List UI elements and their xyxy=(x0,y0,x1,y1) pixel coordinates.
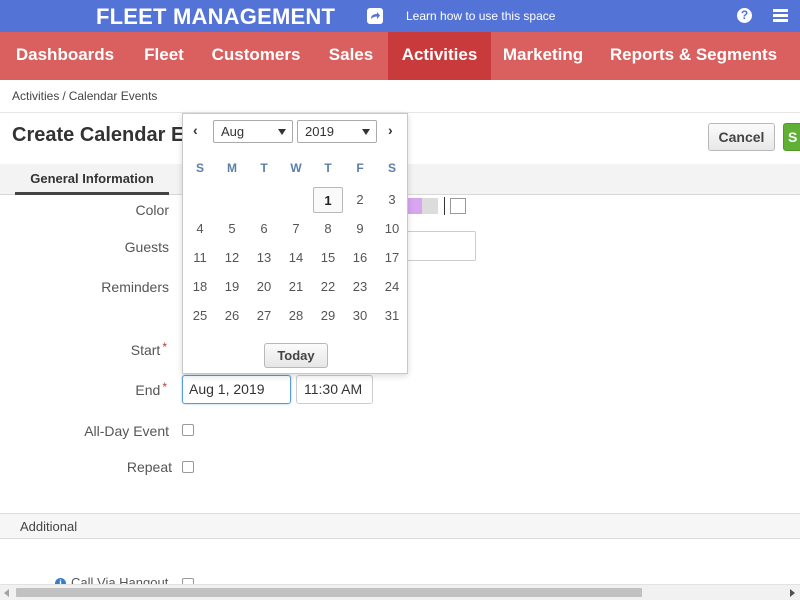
calendar-day[interactable]: 11 xyxy=(185,245,215,271)
calendar-day[interactable]: 18 xyxy=(185,274,215,300)
app-title: FLEET MANAGEMENT xyxy=(96,4,336,29)
scroll-left-arrow-icon[interactable] xyxy=(4,589,9,597)
tab-general-information[interactable]: General Information xyxy=(15,164,169,195)
prev-month-icon[interactable]: ‹ xyxy=(193,122,198,138)
top-bar: FLEET MANAGEMENT Learn how to use this s… xyxy=(0,0,800,32)
weekday-header: F xyxy=(356,161,364,175)
reminders-label: Reminders xyxy=(101,279,169,295)
calendar-day[interactable]: 16 xyxy=(345,245,375,271)
calendar-day[interactable]: 23 xyxy=(345,274,375,300)
weekday-header: T xyxy=(260,161,268,175)
learn-how-link[interactable]: Learn how to use this space xyxy=(406,9,555,23)
calendar-day[interactable]: 2 xyxy=(345,187,375,213)
breadcrumb: Activities / Calendar Events xyxy=(12,89,157,103)
nav-item-customers[interactable]: Customers xyxy=(198,32,314,80)
year-select-value: 2019 xyxy=(305,124,334,139)
calendar-day[interactable]: 30 xyxy=(345,303,375,329)
month-select-value: Aug xyxy=(221,124,245,139)
calendar-day[interactable]: 14 xyxy=(281,245,311,271)
month-select[interactable]: Aug xyxy=(213,120,293,143)
nav-item-activities[interactable]: Activities xyxy=(388,32,491,80)
calendar-day[interactable]: 8 xyxy=(313,216,343,242)
end-label: End * xyxy=(47,380,167,398)
chevron-down-icon xyxy=(362,129,370,135)
calendar-day[interactable]: 19 xyxy=(217,274,247,300)
scrollbar-thumb[interactable] xyxy=(16,588,642,597)
weekday-header: T xyxy=(324,161,332,175)
required-mark: * xyxy=(162,340,167,354)
color-swatch-gray[interactable] xyxy=(422,198,438,214)
end-date-input[interactable]: Aug 1, 2019 xyxy=(182,375,291,404)
calendar-day[interactable]: 20 xyxy=(249,274,279,300)
datepicker-popup: ‹ Aug 2019 › SMTWTFS 1 2 3 4 5 6 7 8 9 10 11 12 13 14… xyxy=(182,113,408,374)
scroll-right-arrow-icon[interactable] xyxy=(790,589,795,597)
calendar-day[interactable]: 26 xyxy=(217,303,247,329)
hamburger-menu-icon[interactable] xyxy=(773,9,788,22)
all-day-label: All-Day Event xyxy=(84,423,169,439)
required-mark: * xyxy=(162,380,167,394)
page-title: Create Calendar Event xyxy=(12,124,184,146)
all-day-checkbox[interactable] xyxy=(182,424,194,436)
start-label: Start * xyxy=(47,340,167,358)
weekday-header: M xyxy=(227,161,237,175)
breadcrumb-calendar-events: Calendar Events xyxy=(68,89,158,103)
breadcrumb-activities[interactable]: Activities xyxy=(12,89,59,103)
calendar-day[interactable]: 24 xyxy=(377,274,407,300)
start-label-text: Start xyxy=(130,342,161,358)
repeat-label: Repeat xyxy=(126,459,172,475)
today-button[interactable]: Today xyxy=(264,343,328,368)
calendar-day[interactable]: 13 xyxy=(249,245,279,271)
horizontal-scrollbar[interactable] xyxy=(0,584,800,600)
weekday-header: W xyxy=(290,161,302,175)
nav-item-reports-segments[interactable]: Reports & Segments xyxy=(595,32,792,80)
nav-item-fleet[interactable]: Fleet xyxy=(130,32,198,80)
nav-item-dashboards[interactable]: Dashboards xyxy=(0,32,130,80)
nav-item-sales[interactable]: Sales xyxy=(314,32,388,80)
calendar-day[interactable]: 12 xyxy=(217,245,247,271)
weekday-header: S xyxy=(195,161,204,175)
weekday-header: S xyxy=(387,161,396,175)
cancel-button[interactable]: Cancel xyxy=(708,123,775,151)
end-label-text: End xyxy=(135,382,161,398)
calendar-day[interactable]: 10 xyxy=(377,216,407,242)
additional-section-title: Additional xyxy=(20,519,78,534)
additional-section-header xyxy=(0,514,800,539)
guests-label: Guests xyxy=(124,239,169,255)
main-nav: Dashboards Fleet Customers Sales Activit… xyxy=(0,32,800,80)
calendar-day[interactable]: 9 xyxy=(345,216,375,242)
chevron-down-icon xyxy=(278,129,286,135)
color-swatch-purple[interactable] xyxy=(406,198,422,214)
guests-input[interactable] xyxy=(406,231,476,261)
repeat-checkbox[interactable] xyxy=(182,461,194,473)
breadcrumb-separator: / xyxy=(62,89,66,103)
calendar-day[interactable]: 17 xyxy=(377,245,407,271)
calendar-day[interactable]: 31 xyxy=(377,303,407,329)
calendar-day[interactable]: 4 xyxy=(185,216,215,242)
calendar-day-selected[interactable]: 1 xyxy=(313,187,343,213)
color-swatch-white[interactable] xyxy=(450,198,466,214)
color-swatch-selected-marker xyxy=(444,197,445,215)
calendar-day[interactable]: 28 xyxy=(281,303,311,329)
calendar-day[interactable]: 6 xyxy=(249,216,279,242)
calendar-day[interactable]: 25 xyxy=(185,303,215,329)
calendar-day[interactable]: 21 xyxy=(281,274,311,300)
calendar-day[interactable]: 7 xyxy=(281,216,311,242)
help-icon[interactable]: ? xyxy=(737,8,752,23)
calendar-day[interactable]: 27 xyxy=(249,303,279,329)
nav-item-marketing[interactable]: Marketing xyxy=(491,32,595,80)
year-select[interactable]: 2019 xyxy=(297,120,377,143)
share-icon[interactable] xyxy=(367,8,383,24)
save-button[interactable]: S xyxy=(783,123,800,151)
calendar-day[interactable]: 5 xyxy=(217,216,247,242)
color-label: Color xyxy=(135,202,169,218)
calendar-day[interactable]: 15 xyxy=(313,245,343,271)
next-month-icon[interactable]: › xyxy=(388,122,393,138)
calendar-day[interactable]: 22 xyxy=(313,274,343,300)
end-time-input[interactable]: 11:30 AM xyxy=(296,375,373,404)
calendar-day[interactable]: 29 xyxy=(313,303,343,329)
calendar-day[interactable]: 3 xyxy=(377,187,407,213)
